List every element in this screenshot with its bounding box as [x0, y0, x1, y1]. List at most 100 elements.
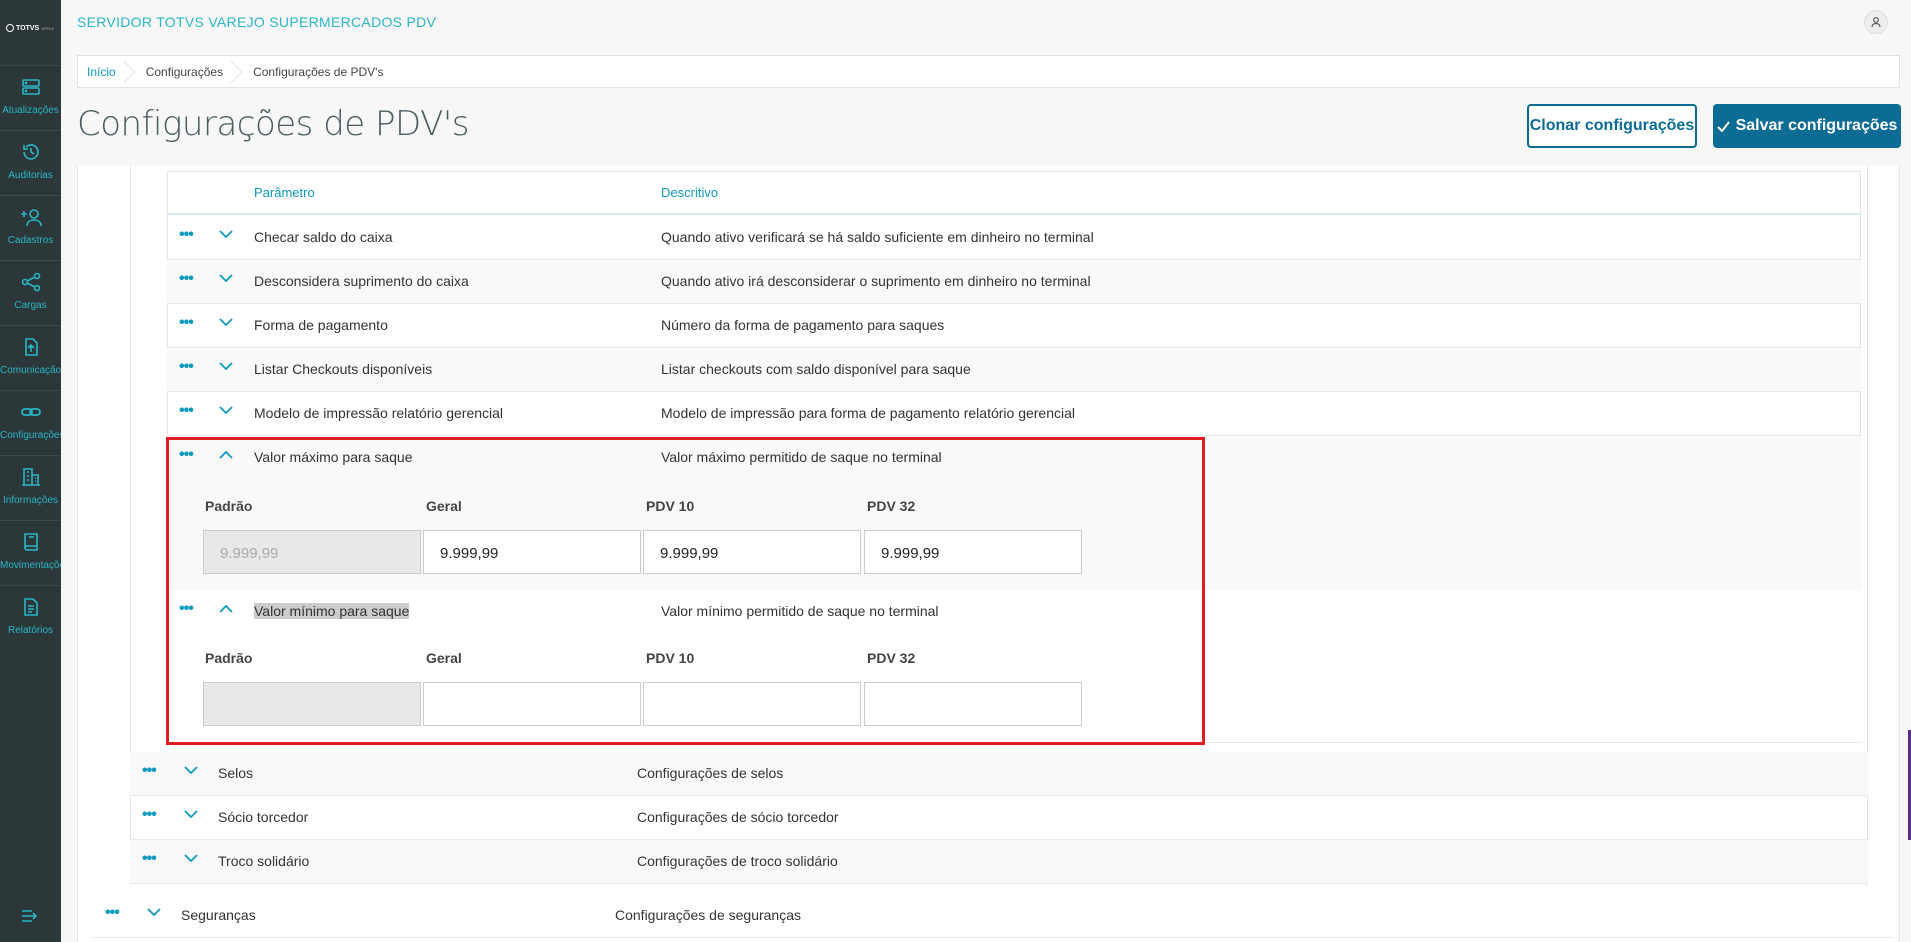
chevron-down-icon[interactable]: [219, 362, 233, 371]
chevron-down-icon[interactable]: [219, 318, 233, 327]
chevron-up-icon[interactable]: [219, 450, 233, 459]
param-desc: Modelo de impressão para forma de pagame…: [661, 405, 1076, 421]
field-label-geral: Geral: [426, 498, 462, 514]
clone-config-button[interactable]: Clonar configurações: [1527, 104, 1697, 148]
sidebar-item-movimentacoes[interactable]: Movimentações: [0, 520, 61, 585]
group-row-socio[interactable]: ••• Sócio torcedor Configurações de sóci…: [130, 796, 1868, 840]
sidebar-item-cadastros[interactable]: Cadastros: [0, 195, 61, 260]
field-label-padrao: Padrão: [205, 650, 253, 666]
building-icon: [21, 468, 40, 486]
more-icon[interactable]: •••: [179, 315, 194, 331]
group-name: Troco solidário: [218, 853, 310, 869]
sidebar-item-label: Cadastros: [7, 235, 54, 246]
sidebar-item-cargas[interactable]: Cargas: [0, 260, 61, 325]
header-desc: Descritivo: [661, 185, 719, 200]
breadcrumb: Início Configurações Configurações de PD…: [77, 55, 1900, 88]
param-desc: Valor máximo permitido de saque no termi…: [661, 449, 942, 465]
sidebar-item-label: Atualizações: [2, 105, 59, 116]
sidebar-item-label: Movimentações: [0, 560, 61, 571]
chevron-down-icon[interactable]: [219, 274, 233, 283]
table-row-expanded[interactable]: ••• Valor mínimo para saque Valor mínimo…: [167, 590, 1861, 634]
history-icon: [22, 144, 39, 160]
pdv10-input[interactable]: 9.999,99: [643, 530, 861, 574]
breadcrumb-inicio[interactable]: Início: [78, 56, 128, 87]
chevron-up-icon[interactable]: [219, 604, 233, 613]
breadcrumb-current: Configurações de PDV's: [253, 64, 384, 79]
param-name: Forma de pagamento: [254, 317, 388, 333]
sidebar-item-label: Relatórios: [7, 625, 54, 636]
table-header: Parâmetro Descritivo: [167, 171, 1861, 215]
more-icon[interactable]: •••: [179, 359, 194, 375]
param-desc: Número da forma de pagamento para saques: [661, 317, 945, 333]
share-icon: [21, 272, 40, 292]
table-row[interactable]: ••• Modelo de impressão relatório gerenc…: [167, 392, 1861, 436]
sidebar-item-relatorios[interactable]: Relatórios: [0, 585, 61, 650]
more-icon[interactable]: •••: [179, 601, 194, 617]
table-row[interactable]: ••• Desconsidera suprimento do caixa Qua…: [167, 260, 1861, 304]
geral-input[interactable]: [423, 682, 641, 726]
param-desc: Quando ativo verificará se há saldo sufi…: [661, 229, 1094, 245]
chevron-down-icon[interactable]: [184, 766, 198, 775]
more-icon[interactable]: •••: [142, 807, 157, 823]
param-name: Checar saldo do caixa: [254, 229, 393, 245]
more-icon[interactable]: •••: [142, 763, 157, 779]
server-icon: [21, 79, 40, 95]
param-name: Modelo de impressão relatório gerencial: [254, 405, 504, 421]
sidebar-item-atualizacoes[interactable]: Atualizações: [0, 65, 61, 130]
sidebar: TOTVS APPLE Atualizações Auditorias Cadas…: [0, 0, 61, 942]
totvs-logo: TOTVS APPLE: [6, 24, 54, 32]
chevron-down-icon[interactable]: [184, 810, 198, 819]
sidebar-item-label: Cargas: [14, 300, 47, 311]
group-name: Seguranças: [181, 907, 256, 923]
sidebar-item-label: Auditorias: [8, 170, 53, 181]
group-name: Selos: [218, 765, 254, 781]
sidebar-item-configuracoes[interactable]: Configurações: [0, 390, 61, 455]
more-icon[interactable]: •••: [105, 905, 120, 921]
group-row-troco[interactable]: ••• Troco solidário Configurações de tro…: [130, 840, 1868, 884]
group-desc: Configurações de seguranças: [615, 907, 802, 923]
check-icon: [1716, 120, 1730, 132]
field-label-geral: Geral: [426, 650, 462, 666]
pdv32-input[interactable]: [864, 682, 1082, 726]
param-desc: Quando ativo irá desconsiderar o suprime…: [661, 273, 1091, 289]
user-menu-button[interactable]: [1864, 10, 1888, 34]
save-config-button[interactable]: Salvar configurações: [1713, 104, 1901, 148]
param-name: Valor máximo para saque: [254, 449, 413, 465]
sidebar-item-informacoes[interactable]: Informações: [0, 455, 61, 520]
param-name: Desconsidera suprimento do caixa: [254, 273, 469, 289]
document-icon: [23, 598, 38, 616]
more-icon[interactable]: •••: [179, 403, 194, 419]
param-detail-min: Padrão Geral PDV 10 PDV 32: [167, 634, 1861, 742]
sidebar-item-auditorias[interactable]: Auditorias: [0, 130, 61, 195]
table-row[interactable]: ••• Checar saldo do caixa Quando ativo v…: [167, 216, 1861, 260]
group-row-selos[interactable]: ••• Selos Configurações de selos: [130, 752, 1868, 796]
breadcrumb-configuracoes[interactable]: Configurações: [128, 56, 235, 87]
geral-input[interactable]: 9.999,99: [423, 530, 641, 574]
table-row-expanded[interactable]: ••• Valor máximo para saque Valor máximo…: [167, 436, 1861, 480]
pdv10-input[interactable]: [643, 682, 861, 726]
more-icon[interactable]: •••: [179, 271, 194, 287]
chevron-down-icon[interactable]: [147, 908, 161, 917]
more-icon[interactable]: •••: [179, 227, 194, 243]
table-row[interactable]: ••• Listar Checkouts disponíveis Listar …: [167, 348, 1861, 392]
sidebar-item-label: Informações: [2, 495, 59, 506]
more-icon[interactable]: •••: [142, 851, 157, 867]
group-name: Sócio torcedor: [218, 809, 309, 825]
add-user-icon: [20, 209, 42, 227]
chevron-down-icon[interactable]: [184, 854, 198, 863]
pdv32-input[interactable]: 9.999,99: [864, 530, 1082, 574]
param-name: Valor mínimo para saque: [254, 603, 410, 619]
param-desc: Valor mínimo permitido de saque no termi…: [661, 603, 939, 619]
chevron-down-icon[interactable]: [219, 406, 233, 415]
more-icon[interactable]: •••: [179, 447, 194, 463]
link-icon: [20, 408, 41, 416]
header-param: Parâmetro: [254, 185, 315, 200]
field-label-pdv10: PDV 10: [646, 650, 695, 666]
padrao-input: [203, 682, 421, 726]
sidebar-item-comunicacao[interactable]: Comunicação: [0, 325, 61, 390]
chevron-down-icon[interactable]: [219, 230, 233, 239]
group-row-segurancas[interactable]: ••• Seguranças Configurações de seguranç…: [93, 894, 1893, 938]
table-row[interactable]: ••• Forma de pagamento Número da forma d…: [167, 304, 1861, 348]
app-title: SERVIDOR TOTVS VAREJO SUPERMERCADOS PDV: [77, 14, 437, 30]
menu-collapse-icon[interactable]: [20, 908, 40, 924]
